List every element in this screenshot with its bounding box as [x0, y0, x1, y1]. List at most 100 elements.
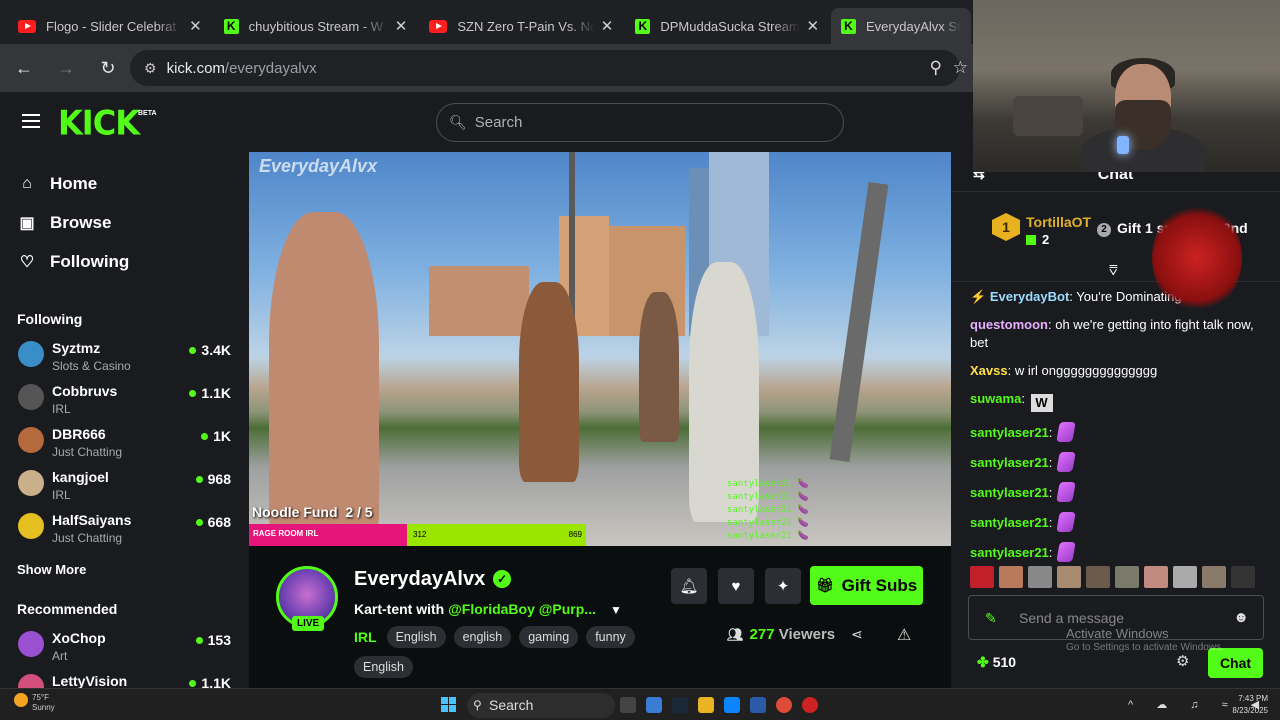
reload-icon[interactable]: ↻: [90, 50, 126, 86]
close-tab-icon[interactable]: ✕: [189, 17, 202, 35]
emote[interactable]: [1057, 566, 1081, 588]
category-link[interactable]: IRL: [354, 629, 377, 645]
sidebar-channel[interactable]: LettyVision 1.1K: [0, 668, 249, 688]
gifter-name[interactable]: TortillaOT: [1026, 214, 1091, 230]
channel-category: IRL: [52, 488, 71, 502]
sidebar-item-browse[interactable]: ▣ Browse: [0, 203, 249, 242]
copilot-icon[interactable]: [646, 697, 662, 713]
heart-icon: ♡: [19, 253, 35, 271]
tag[interactable]: english: [453, 626, 512, 648]
bookmark-star-icon[interactable]: ☆: [953, 58, 968, 78]
sidebar-channel[interactable]: HalfSaiyans Just Chatting 668: [0, 507, 249, 550]
menu-icon[interactable]: [22, 114, 40, 132]
taskbar-search[interactable]: ⚲ Search: [467, 693, 615, 718]
sidebar-channel[interactable]: Cobbruvs IRL 1.1K: [0, 378, 249, 421]
tag[interactable]: English: [386, 626, 446, 648]
following-heading: Following: [17, 311, 83, 327]
report-icon[interactable]: ⚠: [897, 625, 911, 645]
activate-windows-sub: Go to Settings to activate Windows.: [1066, 642, 1224, 653]
sidebar-item-home[interactable]: ⌂ Home: [0, 164, 249, 203]
browser-tab[interactable]: K DPMuddaSucka Stream ✕: [625, 8, 829, 44]
chat-username[interactable]: santylaser21: [970, 425, 1049, 440]
windows-taskbar: 75°F Sunny ⚲ Search ^ ☁ ♫ ≈ ◀ 7:43 PM 8/23/…: [0, 688, 1280, 720]
close-tab-icon[interactable]: ✕: [395, 17, 408, 35]
emote[interactable]: [1173, 566, 1197, 588]
weather-widget[interactable]: 75°F Sunny: [14, 693, 55, 713]
file-explorer-icon[interactable]: [698, 697, 714, 713]
app-icon[interactable]: [802, 697, 818, 713]
emoji-icon[interactable]: ☻: [1233, 609, 1249, 626]
clock[interactable]: 7:43 PM 8/23/2025: [1228, 693, 1268, 717]
close-tab-icon[interactable]: ✕: [601, 17, 614, 35]
channel-name[interactable]: EverydayAlvx ✓: [354, 568, 512, 591]
share-icon[interactable]: ⋖: [851, 626, 863, 643]
emote[interactable]: [1086, 566, 1110, 588]
browse-icon: ▣: [19, 214, 35, 232]
viewer-count: 668: [196, 514, 231, 530]
sidebar-channel[interactable]: Syztmz Slots & Casino 3.4K: [0, 335, 249, 378]
live-badge: LIVE: [292, 616, 325, 631]
emote[interactable]: [1028, 566, 1052, 588]
back-icon[interactable]: ←: [6, 50, 42, 86]
show-more-link[interactable]: Show More: [0, 562, 249, 577]
zoom-icon[interactable]: ⚲: [930, 58, 942, 78]
start-button[interactable]: [441, 697, 456, 712]
browser-tab[interactable]: SZN Zero T-Pain Vs. No ✕: [419, 8, 623, 44]
channel-avatar: [18, 384, 44, 410]
expand-icon[interactable]: ⩢: [1109, 262, 1118, 279]
chat-username[interactable]: santylaser21: [970, 485, 1049, 500]
url-field[interactable]: ⚙ kick.com/everydayalvx ⚲ ☆: [130, 50, 968, 86]
video-player[interactable]: EverydayAlvx Noodle Fund 2 / 5 RAGE ROOM…: [249, 152, 951, 546]
emote[interactable]: [1115, 566, 1139, 588]
channel-points[interactable]: ✤ 510: [977, 654, 1016, 671]
chat-username[interactable]: santylaser21: [970, 515, 1049, 530]
tag[interactable]: English: [354, 656, 413, 678]
chat-username[interactable]: Xavss: [970, 363, 1008, 378]
chat-text: w irl ongggggggggggggg: [1014, 363, 1158, 378]
task-view-icon[interactable]: [620, 697, 636, 713]
gear-icon[interactable]: ⚙: [1176, 652, 1189, 670]
search-input[interactable]: 🔍︎ Search: [436, 103, 844, 142]
pencil-icon: ✎: [985, 610, 997, 626]
emote[interactable]: [970, 566, 994, 588]
notification-bell-button[interactable]: 🔔︎: [671, 568, 707, 604]
browser-tab[interactable]: Flogo - Slider Celebrat ✕: [8, 8, 212, 44]
browser-tab[interactable]: Kchuybitious Stream - W ✕: [214, 8, 418, 44]
goal-bar: RAGE ROOM IRL 312 869: [249, 524, 586, 546]
store-icon[interactable]: [750, 697, 766, 713]
chevron-down-icon[interactable]: ▼: [610, 603, 622, 617]
noodle-fund-label: Noodle Fund 2 / 5: [252, 504, 373, 520]
tag[interactable]: gaming: [519, 626, 579, 648]
sidebar-channel[interactable]: DBR666 Just Chatting 1K: [0, 421, 249, 464]
channel-category: Just Chatting: [52, 445, 123, 459]
chat-username[interactable]: santylaser21: [970, 545, 1049, 560]
sparkle-icon: ✦: [776, 578, 790, 595]
sidebar-item-following[interactable]: ♡ Following: [0, 242, 249, 281]
chat-username[interactable]: EverydayBot: [990, 289, 1069, 304]
sparkle-button[interactable]: ✦: [765, 568, 801, 604]
tag[interactable]: funny: [586, 626, 635, 648]
close-tab-icon[interactable]: ✕: [806, 17, 819, 35]
steam-icon[interactable]: [672, 697, 688, 713]
sidebar-channel[interactable]: kangjoel IRL 968: [0, 464, 249, 507]
chat-username[interactable]: suwama: [970, 391, 1021, 406]
emote[interactable]: [999, 566, 1023, 588]
follow-button[interactable]: ♥: [718, 568, 754, 604]
site-settings-icon[interactable]: ⚙: [144, 60, 157, 77]
emote[interactable]: [1144, 566, 1168, 588]
bell-icon: 🔔︎: [679, 578, 699, 595]
gift-subs-button[interactable]: 🎁︎ Gift Subs: [810, 566, 923, 605]
forward-icon[interactable]: →: [48, 50, 84, 86]
browser-tab-active[interactable]: KEverydayAlvx Stream: [831, 8, 972, 44]
chat-message: Xavss: w irl ongggggggggggggg: [970, 363, 1158, 378]
video-watermark: EverydayAlvx: [259, 156, 378, 176]
chat-username[interactable]: santylaser21: [970, 455, 1049, 470]
emote[interactable]: [1231, 566, 1255, 588]
kick-logo[interactable]: KICK: [58, 103, 140, 143]
mail-icon[interactable]: [724, 697, 740, 713]
chat-username[interactable]: questomoon: [970, 317, 1048, 332]
emote[interactable]: [1202, 566, 1226, 588]
sidebar-channel[interactable]: XoChop Art 153: [0, 625, 249, 668]
gift-count: 2: [1026, 232, 1049, 247]
chrome-icon[interactable]: [776, 697, 792, 713]
